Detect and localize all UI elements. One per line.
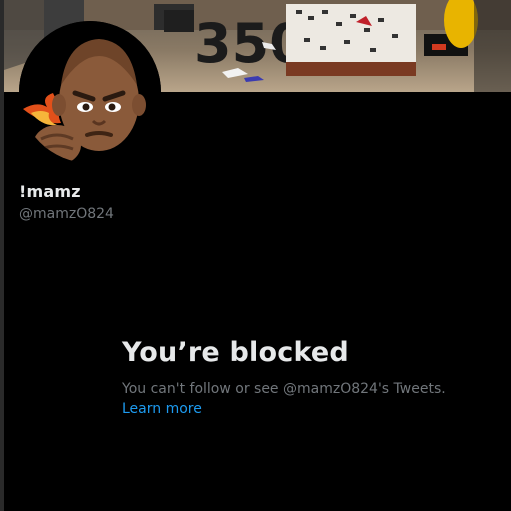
learn-more-link[interactable]: Learn more — [122, 401, 202, 417]
profile-handle: @mamzO824 — [19, 206, 114, 222]
blocked-message: You can't follow or see @mamzO824's Twee… — [122, 381, 446, 397]
memoji-avatar-icon — [19, 21, 161, 163]
profile-page: 350 !mamz @mamzO824 You’re blocked You c… — [0, 0, 511, 511]
profile-display-name: !mamz — [19, 182, 81, 201]
blocked-title: You’re blocked — [122, 337, 349, 368]
blocked-notice: You’re blocked You can't follow or see @… — [122, 336, 478, 419]
blocked-message-block: You can't follow or see @mamzO824's Twee… — [122, 379, 478, 419]
profile-avatar[interactable] — [19, 21, 161, 163]
